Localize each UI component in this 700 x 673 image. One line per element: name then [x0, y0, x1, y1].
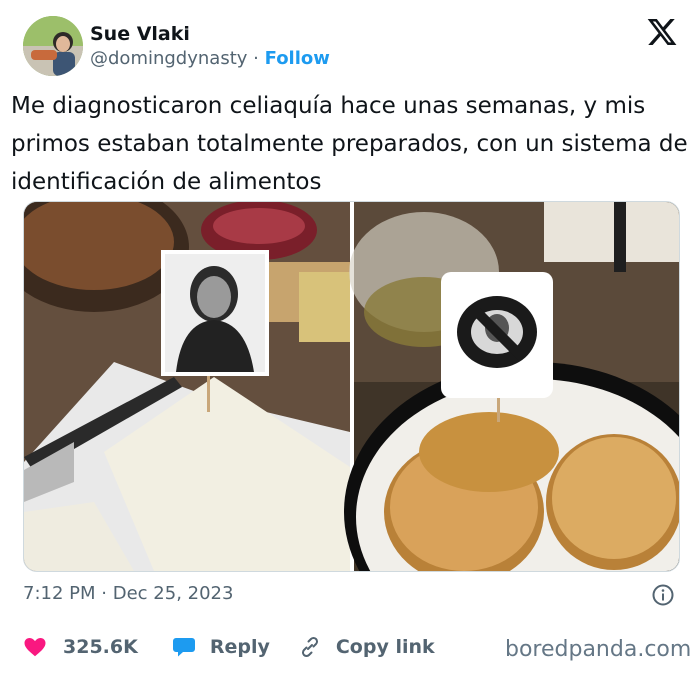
watermark-text: boredpanda.com: [505, 637, 692, 662]
like-count: 325.6K: [63, 636, 138, 658]
media-photos: [24, 202, 679, 571]
photo-cheese: [24, 202, 350, 571]
x-logo-icon[interactable]: [646, 16, 678, 48]
tweet-text: Me diagnosticaron celiaquía hace unas se…: [11, 93, 688, 195]
copy-link-button[interactable]: Copy link: [298, 635, 435, 659]
tweet-media[interactable]: [23, 201, 680, 572]
link-icon: [301, 636, 318, 658]
copy-link-label: Copy link: [335, 636, 435, 658]
tweet-time: 7:12 PM: [23, 583, 96, 604]
tweet-timestamp[interactable]: 7:12 PM · Dec 25, 2023: [23, 583, 233, 604]
reply-label: Reply: [209, 636, 270, 658]
heart-icon: [24, 638, 46, 657]
avatar[interactable]: [23, 16, 83, 76]
info-icon[interactable]: [651, 583, 675, 607]
timestamp-separator: ·: [101, 583, 107, 604]
photo-crackers: [344, 202, 679, 571]
action-bar: 325.6K Reply Copy link: [23, 633, 435, 661]
display-name[interactable]: Sue Vlaki: [90, 23, 190, 45]
handle-separator: ·: [253, 48, 259, 69]
avatar-photo: [23, 16, 83, 76]
user-handle[interactable]: @domingdynasty: [90, 48, 247, 69]
follow-button[interactable]: Follow: [265, 48, 330, 69]
reply-button[interactable]: Reply: [172, 635, 270, 659]
speech-bubble-icon: [172, 638, 195, 657]
tweet-date: Dec 25, 2023: [112, 583, 234, 604]
handle-row: @domingdynasty · Follow: [90, 48, 330, 69]
like-button[interactable]: 325.6K: [23, 635, 138, 659]
